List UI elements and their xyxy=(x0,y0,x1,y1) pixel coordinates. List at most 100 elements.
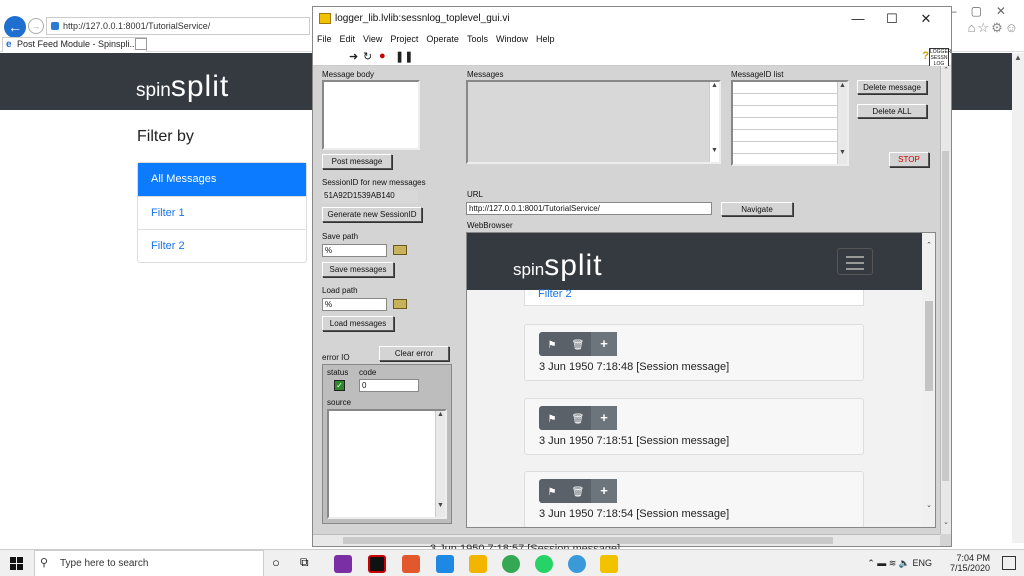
forward-icon[interactable]: → xyxy=(28,18,44,34)
sessionid-label: SessionID for new messages xyxy=(322,178,426,187)
list-item[interactable] xyxy=(733,106,837,118)
filter-2[interactable]: Filter 2 xyxy=(138,229,306,262)
list-item[interactable] xyxy=(733,118,837,130)
hamburger-menu-icon[interactable] xyxy=(837,248,873,275)
message-body-input[interactable] xyxy=(322,80,420,150)
windows-start-icon[interactable] xyxy=(10,557,23,570)
status-check-icon[interactable]: ✓ xyxy=(334,380,345,391)
url-input[interactable]: http://127.0.0.1:8001/TutorialService/ xyxy=(466,202,712,215)
stop-button[interactable]: STOP xyxy=(889,152,929,167)
system-tray[interactable]: ⌃ ▬ ≋ 🔈 ENG xyxy=(867,558,932,569)
panel-vscroll-thumb[interactable] xyxy=(942,151,949,481)
back-icon[interactable]: ← xyxy=(4,16,26,38)
menu-window[interactable]: Window xyxy=(492,31,532,44)
menu-project[interactable]: Project xyxy=(386,31,422,44)
message-card: ⚑ 🗑 + 3 Jun 1950 7:18:54 [Session message] xyxy=(524,471,864,527)
search-placeholder: Type here to search xyxy=(60,558,149,569)
flag-icon[interactable]: ⚑ xyxy=(539,481,565,505)
clock-time: 7:04 PM xyxy=(956,553,990,563)
help-icon[interactable]: ? xyxy=(922,50,929,62)
menu-edit[interactable]: Edit xyxy=(336,31,360,44)
filter-1[interactable]: Filter 1 xyxy=(138,196,306,229)
messageid-list-label: MessageID list xyxy=(731,70,784,79)
run-icon[interactable]: ➜ xyxy=(349,50,358,63)
list-item[interactable] xyxy=(733,130,837,142)
plus-icon[interactable]: + xyxy=(591,332,617,356)
site-logo: spinsplit xyxy=(136,70,230,103)
language-indicator[interactable]: ENG xyxy=(912,558,932,568)
ie-icon[interactable] xyxy=(568,555,586,573)
plus-icon[interactable]: + xyxy=(591,479,617,503)
menu-operate[interactable]: Operate xyxy=(422,31,463,44)
notification-icon[interactable] xyxy=(1002,556,1016,570)
load-path-label: Load path xyxy=(322,286,358,295)
list-item[interactable] xyxy=(733,94,837,106)
card-toolbar: ⚑ 🗑 + xyxy=(539,479,617,503)
source-scrollbar[interactable]: ▲ ▼ xyxy=(435,411,445,517)
menu-tools[interactable]: Tools xyxy=(463,31,492,44)
filter-all-messages[interactable]: All Messages xyxy=(138,163,306,196)
window-controls[interactable]: –▢✕ xyxy=(950,4,1020,18)
clock[interactable]: 7:04 PM 7/15/2020 xyxy=(950,553,990,573)
vscode-icon[interactable] xyxy=(436,555,454,573)
browse-folder-icon[interactable] xyxy=(393,245,407,255)
wb-scroll-thumb[interactable] xyxy=(925,301,933,391)
new-tab-button[interactable] xyxy=(135,38,147,50)
messages-scrollbar[interactable]: ▲ ▼ xyxy=(709,82,719,162)
list-item[interactable] xyxy=(733,142,837,154)
chrome-icon[interactable] xyxy=(502,555,520,573)
cortana-icon[interactable]: ○ xyxy=(272,555,280,570)
delete-all-button[interactable]: Delete ALL xyxy=(857,104,927,118)
trash-icon[interactable]: 🗑 xyxy=(565,408,591,432)
plus-icon[interactable]: + xyxy=(591,406,617,430)
save-messages-button[interactable]: Save messages xyxy=(322,262,394,277)
card-toolbar: ⚑ 🗑 + xyxy=(539,332,617,356)
generate-sessionid-button[interactable]: Generate new SessionID xyxy=(322,207,422,222)
post-message-button[interactable]: Post message xyxy=(322,154,392,169)
ie-tool-icons[interactable]: ⌂☆⚙☺ xyxy=(968,20,1020,36)
flag-icon[interactable]: ⚑ xyxy=(539,334,565,358)
menu-view[interactable]: View xyxy=(359,31,386,44)
load-messages-button[interactable]: Load messages xyxy=(322,316,394,331)
page-scrollbar[interactable] xyxy=(1012,53,1024,543)
pause-icon[interactable]: ❚❚ xyxy=(395,50,413,63)
abort-icon[interactable]: ● xyxy=(379,50,386,62)
save-path-input[interactable]: % xyxy=(322,244,387,257)
flag-icon[interactable]: ⚑ xyxy=(539,408,565,432)
load-path-input[interactable]: % xyxy=(322,298,387,311)
scroll-up-icon[interactable]: ▲ xyxy=(1012,53,1024,65)
brave-icon[interactable] xyxy=(402,555,420,573)
list-item[interactable] xyxy=(733,82,837,94)
error-cluster: status code ✓ 0 source ▲ ▼ xyxy=(322,364,452,524)
onenote-icon[interactable] xyxy=(334,555,352,573)
netflix-icon[interactable] xyxy=(368,555,386,573)
menu-file[interactable]: File xyxy=(313,31,336,44)
trash-icon[interactable]: 🗑 xyxy=(565,481,591,505)
source-textarea[interactable]: ▲ ▼ xyxy=(327,409,447,519)
messageid-listbox[interactable]: ▲ ▼ xyxy=(731,80,849,166)
whatsapp-icon[interactable] xyxy=(535,555,553,573)
window-controls[interactable]: — ☐ ✕ xyxy=(841,11,943,27)
task-view-icon[interactable]: ⧉ xyxy=(300,555,309,570)
trash-icon[interactable]: 🗑 xyxy=(565,334,591,358)
messageid-scrollbar[interactable]: ▲ ▼ xyxy=(837,82,847,164)
clear-error-button[interactable]: Clear error xyxy=(379,346,449,361)
vi-icon xyxy=(319,13,331,24)
labview-icon[interactable] xyxy=(600,555,618,573)
code-field[interactable]: 0 xyxy=(359,379,419,392)
lv-toolbar: ➜ ↻ ● ❚❚ ? LOGGER SESSN LOG GUI xyxy=(313,48,951,73)
webbrowser-view[interactable]: spinsplit Filter 2 ⚑ 🗑 + 3 Jun 1950 7:18:4… xyxy=(466,232,936,528)
menu-help[interactable]: Help xyxy=(532,31,559,44)
messages-display[interactable]: ▲ ▼ xyxy=(466,80,721,164)
run-continuously-icon[interactable]: ↻ xyxy=(363,50,372,63)
filter-title: Filter by xyxy=(137,128,194,145)
address-bar[interactable]: http://127.0.0.1:8001/TutorialService/ xyxy=(46,17,310,35)
wb-filter-2[interactable]: Filter 2 xyxy=(524,289,864,306)
card-toolbar: ⚑ 🗑 + xyxy=(539,406,617,430)
browse-folder-icon[interactable] xyxy=(393,299,407,309)
delete-message-button[interactable]: Delete message xyxy=(857,80,927,94)
clock-date: 7/15/2020 xyxy=(949,563,990,573)
navigate-button[interactable]: Navigate xyxy=(721,202,793,216)
browser-tab[interactable]: Post Feed Module - Spinspli... × xyxy=(2,37,147,52)
file-explorer-icon[interactable] xyxy=(469,555,487,573)
